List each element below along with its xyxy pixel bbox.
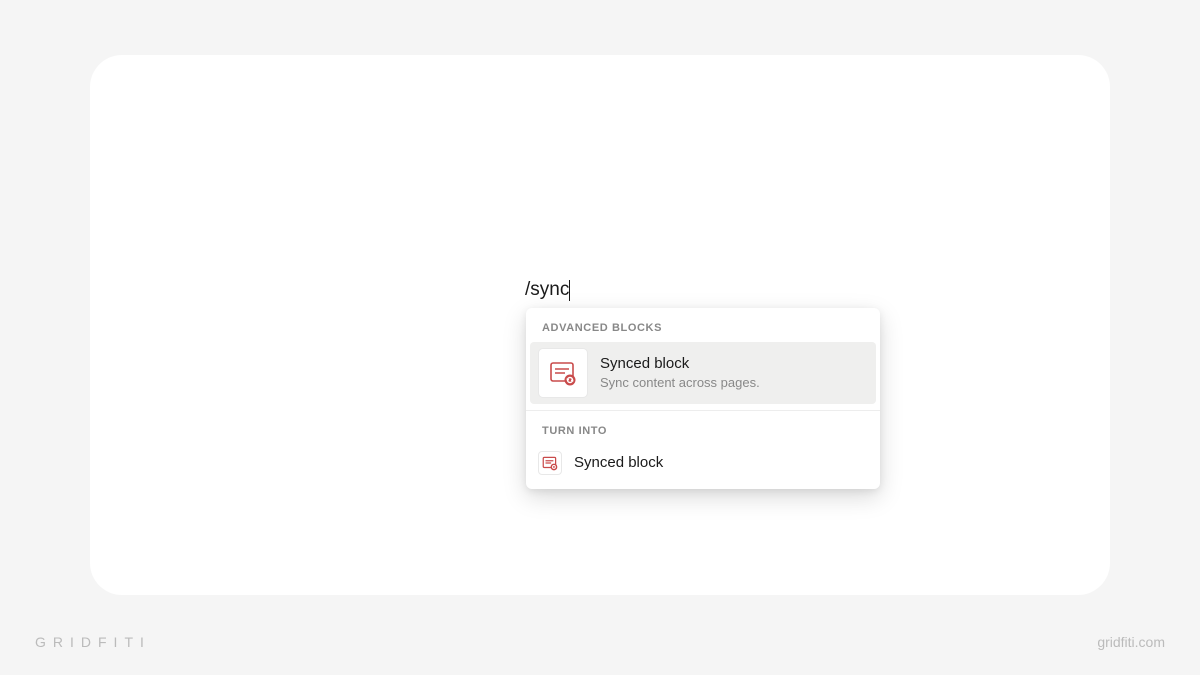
brand-url: gridfiti.com bbox=[1097, 634, 1165, 650]
brand-watermark: GRIDFITI bbox=[35, 634, 151, 650]
synced-block-icon-small bbox=[538, 451, 562, 475]
menu-item-title: Synced block bbox=[600, 354, 760, 374]
turn-into-item-title: Synced block bbox=[574, 453, 663, 473]
synced-block-icon bbox=[538, 348, 588, 398]
slash-command-dropdown: ADVANCED BLOCKS Synced block Sync conten… bbox=[526, 308, 880, 489]
menu-item-text: Synced block Sync content across pages. bbox=[600, 354, 760, 392]
section-header-advanced-blocks: ADVANCED BLOCKS bbox=[526, 308, 880, 342]
turn-into-synced-block[interactable]: Synced block bbox=[530, 445, 876, 481]
menu-item-synced-block[interactable]: Synced block Sync content across pages. bbox=[530, 342, 876, 404]
text-cursor bbox=[569, 280, 570, 301]
section-header-turn-into: TURN INTO bbox=[526, 411, 880, 445]
menu-item-subtitle: Sync content across pages. bbox=[600, 374, 760, 392]
slash-command-text: /sync bbox=[525, 279, 569, 301]
editor-canvas: /sync ADVANCED BLOCKS Synced block Sync … bbox=[90, 55, 1110, 595]
slash-command-input[interactable]: /sync bbox=[525, 279, 570, 301]
